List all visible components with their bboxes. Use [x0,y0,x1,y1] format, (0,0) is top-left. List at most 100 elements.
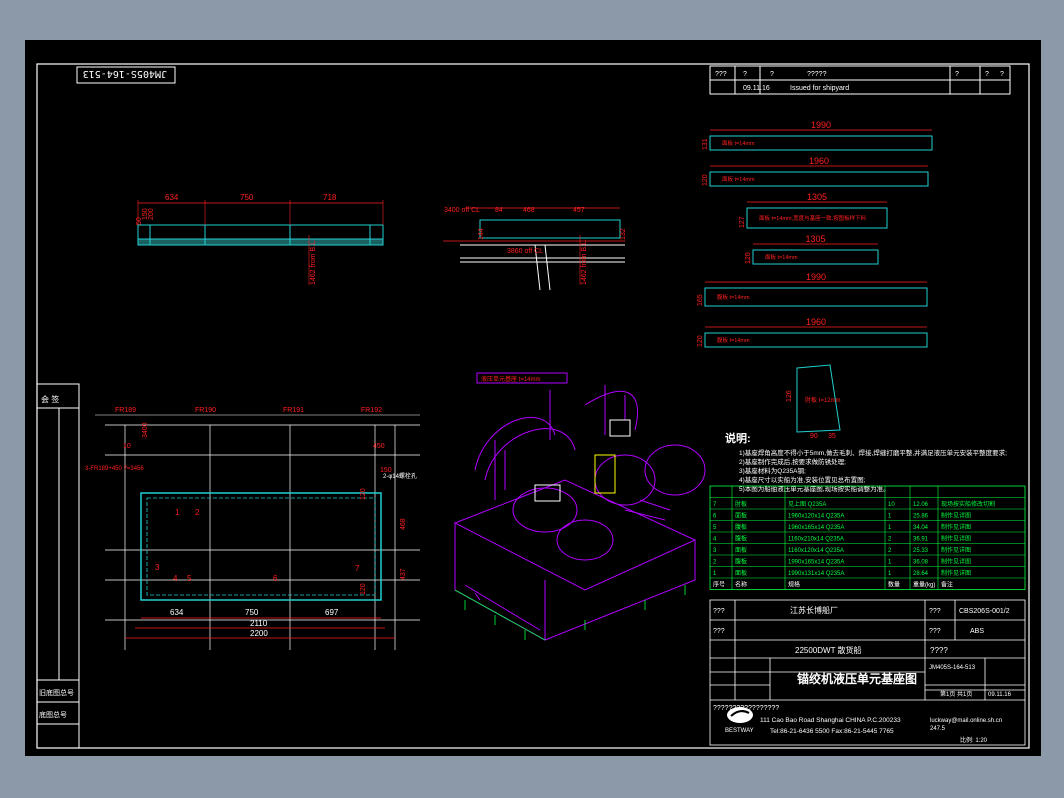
stamp-base: 底图总号 [39,710,67,719]
tb-weight: 247.5 [930,726,946,732]
plate-5-label: 腹板 t=14mm [717,336,750,344]
plan-marker-6: 6 [273,574,278,583]
plate-5-length: 1960 [806,317,826,327]
logo-text: BESTWAY [725,728,754,734]
parts-cell-0-3: 10 [888,502,895,508]
v2-vertical-note: 1462 from B.L. [581,239,588,285]
tb-email: luckway@mail.online.sh.cn [930,718,1002,724]
bracket-detail[interactable]: 126 90 35 肘板 t=12mm [786,364,841,440]
note-line-5: 5)本图为船舶液压单元基座图,现场按实船调整为准。 [739,484,890,493]
bracket-dim-2: 35 [828,433,836,440]
plan-marker-4: 4 [173,574,178,583]
tb-mark-0: ??? [713,608,725,615]
tb-mark-4: ???? [930,646,948,655]
parts-cell-1-0: 6 [713,514,717,520]
parts-cell-4-2: 1160x120x14 Q235A [788,548,844,554]
parts-cell-3-0: 4 [713,537,717,543]
parts-cell-6-4: 28.64 [913,571,929,577]
parts-header-2: 规格 [788,581,800,589]
parts-cell-4-5: 制作见详图 [941,546,971,554]
parts-cell-1-1: 面板 [735,512,747,520]
bracket-dim-1: 90 [810,433,818,440]
plan-right-3: 120 [360,583,367,595]
parts-header-3: 数量 [888,581,900,589]
plan-view[interactable]: FR189 FR190 FR191 FR192 634 750 697 2110… [85,407,420,650]
plan-marker-5: 5 [187,574,192,583]
note-line-2: 2)基座制作完成后,按要求做防锈处理; [739,457,846,466]
view-section-2[interactable]: 3400 off CL 84 468 457 144 132 3860 off … [443,207,627,291]
left-stamp-column: 会 签 旧底图总号 底图总号 [36,383,80,749]
v2-dim-0: 3400 off CL [444,207,480,214]
parts-cell-0-5: 现场按实船修改切割 [941,500,995,508]
plan-marker-2: 2 [195,508,200,517]
note-line-1: 1)基座焊角高度不得小于5mm,做去毛刺、焊接,焊缝打磨平整,并满足液压单元安装… [739,448,1007,457]
parts-cell-3-1: 腹板 [735,535,747,543]
v1-dim-1: 750 [240,193,254,202]
plan-right-2: 437 [400,568,407,580]
tb-ship: 22500DWT 散货船 [795,645,862,655]
plate-0-length: 1990 [811,120,831,130]
parts-cell-2-5: 制作见详图 [941,523,971,531]
drawing-canvas[interactable]: JM405S-164-513 ??? ? ? ????? ? ? ? 09.11… [25,40,1041,756]
plan-note-right: 2-φ14螺栓孔 [383,472,417,480]
parts-cell-4-3: 2 [888,548,892,554]
v2-vert-1: 132 [620,228,627,240]
parts-header-5: 备注 [941,581,953,589]
tb-title: 锚绞机液压单元基座图 [797,671,917,686]
plate-1-label: 面板 t=14mm [722,175,755,183]
rev-h0: ??? [715,71,727,78]
plate-3-label: 面板 t=14mm [765,253,798,261]
plate-1-length: 1960 [809,156,829,166]
plan-bottom-0: 634 [170,608,184,617]
bracket-label: 肘板 t=12mm [805,396,841,404]
tb-date: 09.11.16 [988,692,1012,698]
parts-cell-2-4: 34.04 [913,525,929,531]
plate-0-label: 面板 t=14mm [722,139,755,147]
parts-header-4: 重量(kg) [913,581,935,589]
parts-table[interactable]: 7 肘板 见上图 Q235A 10 12.06 现场按实船修改切割 6 面板 1960x120x… [709,485,1026,590]
tb-address: 111 Cao Bao Road Shanghai CHINA P.C.2002… [760,717,901,724]
parts-cell-0-2: 见上图 Q235A [788,500,826,508]
parts-cell-6-5: 制作见详图 [941,569,971,577]
view-elevation-1[interactable]: 634 750 718 50 150 200 1462 from B.L. [136,193,384,285]
note-line-4: 4)基座尺寸以实船为准,安装位置见总布置图; [739,475,866,484]
parts-cell-4-4: 25.33 [913,548,929,554]
parts-cell-1-3: 1 [888,514,892,520]
plate-3-height: 120 [745,252,752,264]
parts-cell-1-5: 制作见详图 [941,512,971,520]
plan-bottom-2: 697 [325,608,339,617]
parts-cell-3-4: 36.91 [913,537,929,543]
plate-details[interactable]: 1990 131 面板 t=14mm 1960 120 面板 t=14mm 1305 127 面… [697,120,933,348]
v1-dim-2: 718 [323,193,337,202]
v2-vert-0: 144 [478,228,485,240]
v2-note-off: 3860 off CL [507,248,543,255]
plan-top-1: 10 [123,443,131,450]
bracket-dim-0: 126 [786,390,793,402]
plan-bottom-1: 750 [245,608,259,617]
isometric-hydraulic-unit[interactable]: 液压单元基座 t=14mm [453,372,706,641]
plate-2-length: 1305 [807,192,827,202]
parts-cell-3-5: 制作见详图 [941,535,971,543]
plan-marker-7: 7 [355,564,360,573]
title-block: ??? 江苏长博船厂 ??? CBS206S-001/2 ??? ??? ABS… [709,599,1026,746]
plan-total-inner: 2110 [250,619,268,628]
plan-top-0: 3400 [142,422,149,438]
parts-cell-5-3: 1 [888,560,892,566]
iso-label: 液压单元基座 t=14mm [481,375,541,383]
revision-table: ??? ? ? ????? ? ? ? 09.11.16 Issued for … [709,65,1011,95]
v1-vertical-note: 1462 from B.L. [310,239,317,285]
stamp-old-base: 旧底图总号 [39,688,74,697]
frame-1: FR190 [195,407,216,414]
rev-h3: ????? [807,71,827,78]
frame-3: FR192 [361,407,382,414]
v2-dim-3: 457 [573,207,585,214]
parts-cell-2-0: 5 [713,525,717,531]
rev-h6: ? [1000,71,1004,78]
v2-dim-2: 468 [523,207,535,214]
parts-header-0: 序号 [713,581,725,589]
scale-text: 比例: 1:20 [960,736,988,744]
parts-cell-2-2: 1960x165x14 Q235A [788,525,844,531]
rev-h5: ? [985,71,989,78]
parts-cell-5-1: 腹板 [735,558,747,566]
plate-0-height: 131 [702,138,709,150]
